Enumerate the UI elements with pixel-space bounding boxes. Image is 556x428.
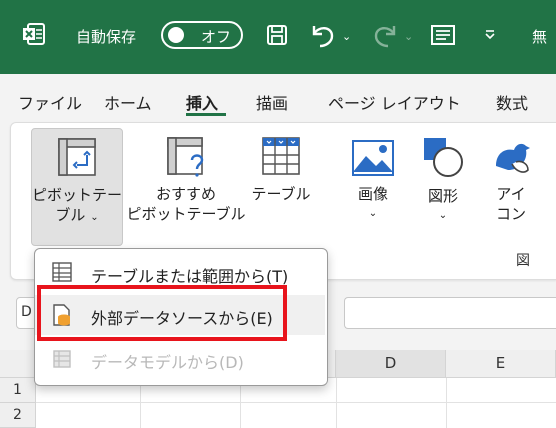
toggle-knob — [168, 27, 184, 43]
pivottable-label-line2: ブル — [55, 206, 86, 224]
table-label: テーブル — [251, 185, 311, 203]
data-model-icon — [51, 347, 73, 373]
recommended-pivot-line2: ピボットテーブル — [126, 205, 246, 223]
table-range-icon — [51, 261, 73, 287]
icons-label-line2: コン — [495, 205, 526, 223]
tab-formulas[interactable]: 数式 — [496, 90, 528, 114]
autosave-toggle[interactable]: オフ — [161, 21, 243, 49]
menu-item-label: テーブルまたは範囲から(T) — [91, 267, 289, 286]
undo-dropdown-icon[interactable]: ⌄ — [342, 30, 351, 43]
column-header-d[interactable]: D — [336, 350, 446, 378]
autosave-label: 自動保存 — [76, 28, 137, 46]
column-header-e[interactable]: E — [446, 350, 556, 378]
pivottable-button[interactable]: ピボットテー ブル ⌄ — [31, 128, 123, 246]
save-icon[interactable] — [266, 24, 288, 50]
tab-insert[interactable]: 挿入 — [186, 90, 218, 114]
document-title: 無 — [532, 28, 548, 46]
icons-icon — [496, 143, 530, 173]
icons-label-line1: アイ — [496, 185, 526, 203]
pictures-chevron-icon: ⌄ — [368, 208, 378, 219]
tab-page-layout[interactable]: ページ レイアウト — [328, 90, 461, 114]
tab-draw[interactable]: 描画 — [256, 90, 288, 114]
gridline — [446, 378, 447, 428]
customize-qat-icon[interactable] — [484, 28, 496, 43]
select-all-corner[interactable] — [0, 350, 36, 378]
undo-icon[interactable] — [308, 22, 336, 52]
pivottable-label-line1: ピボットテー — [32, 186, 123, 204]
shapes-button[interactable]: 図形 ⌄ — [414, 128, 472, 244]
icons-button[interactable]: アイ コン — [482, 128, 540, 244]
pivottable-icon — [58, 138, 96, 176]
ribbon-tabs: ファイル ホーム 挿入 描画 ページ レイアウト 数式 — [0, 74, 556, 122]
name-box-value: D — [21, 304, 32, 320]
excel-logo-icon — [22, 22, 46, 46]
recommended-pivot-line1: おすすめ — [155, 185, 216, 203]
table-icon — [262, 137, 300, 175]
pictures-icon — [352, 140, 394, 176]
shapes-label: 図形 — [427, 187, 458, 205]
toggle-state-label: オフ — [201, 28, 232, 46]
menu-item-label: データモデルから(D) — [91, 353, 244, 372]
gridline — [36, 402, 556, 403]
recommended-pivottable-icon — [167, 137, 204, 177]
menu-item-from-data-model[interactable]: データモデルから(D) — [35, 339, 325, 379]
form-icon[interactable] — [430, 24, 456, 50]
active-tab-indicator — [186, 113, 226, 116]
highlight-annotation-box — [37, 285, 287, 341]
table-button[interactable]: テーブル — [246, 128, 316, 244]
illustrations-group-label[interactable]: 図 — [516, 250, 530, 270]
recommended-pivottable-button[interactable]: おすすめ ピボットテーブル — [126, 128, 246, 244]
shapes-chevron-icon: ⌄ — [438, 210, 448, 221]
title-bar: 自動保存 オフ ⌄ ⌄ 無 — [0, 0, 556, 74]
pictures-label: 画像 — [357, 185, 388, 203]
formula-input[interactable] — [344, 297, 556, 329]
row-header-2[interactable]: 2 — [0, 403, 36, 428]
row-header-1[interactable]: 1 — [0, 378, 36, 403]
tab-file[interactable]: ファイル — [18, 90, 82, 114]
pivottable-chevron-icon: ⌄ — [90, 212, 99, 223]
redo-icon[interactable] — [372, 22, 400, 52]
tab-home[interactable]: ホーム — [104, 90, 152, 114]
shapes-icon — [424, 138, 463, 177]
gridline — [336, 378, 337, 428]
pictures-button[interactable]: 画像 ⌄ — [344, 128, 402, 244]
redo-dropdown-icon[interactable]: ⌄ — [404, 30, 413, 43]
